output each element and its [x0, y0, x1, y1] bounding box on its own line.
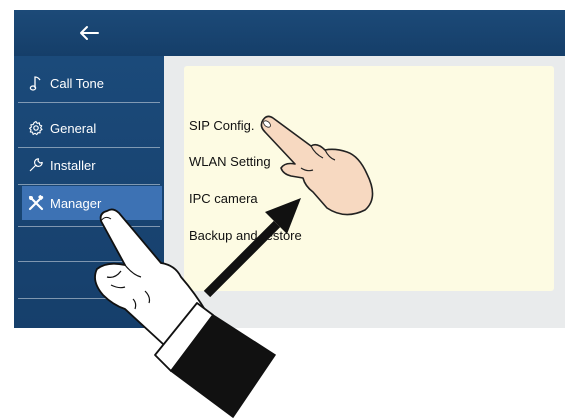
divider	[18, 261, 160, 262]
divider	[18, 102, 160, 103]
sidebar-item-label: Manager	[50, 195, 102, 211]
back-button[interactable]	[14, 10, 164, 56]
manager-panel: SIP Config. WLAN Setting IPC camera Back…	[184, 66, 554, 291]
top-bar	[14, 10, 565, 56]
menu-item-backup-restore[interactable]: Backup and restore	[189, 228, 302, 243]
divider	[18, 298, 160, 299]
sidebar-item-label: General	[50, 120, 97, 136]
sidebar-item-label: Installer	[50, 157, 96, 173]
menu-item-sip-config[interactable]: SIP Config.	[189, 118, 255, 133]
gear-icon	[28, 120, 44, 136]
divider	[18, 184, 160, 185]
sidebar-item-installer[interactable]: Installer	[14, 148, 164, 182]
sidebar: Call Tone General Installer Manager	[14, 56, 164, 328]
arrow-left-icon	[80, 26, 99, 40]
sidebar-item-label: Call Tone	[50, 75, 104, 91]
sidebar-item-manager[interactable]: Manager	[22, 186, 162, 220]
tools-icon	[28, 195, 44, 211]
wrench-icon	[28, 157, 44, 173]
divider	[18, 226, 160, 227]
sidebar-item-call-tone[interactable]: Call Tone	[14, 66, 164, 100]
device-screen: Call Tone General Installer Manager SIP …	[14, 10, 565, 328]
menu-item-ipc-camera[interactable]: IPC camera	[189, 191, 258, 206]
note-icon	[28, 75, 44, 91]
sidebar-item-general[interactable]: General	[14, 111, 164, 145]
menu-item-wlan-setting[interactable]: WLAN Setting	[189, 154, 271, 169]
